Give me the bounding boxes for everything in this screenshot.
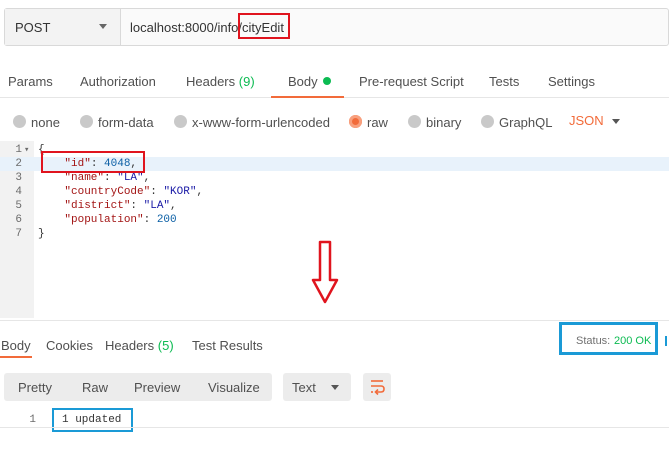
code-text: } xyxy=(38,228,45,240)
tab-pre-request-script[interactable]: Pre-request Script xyxy=(359,74,464,89)
status-label: Status: xyxy=(576,335,611,347)
tab-tests[interactable]: Tests xyxy=(489,74,519,89)
response-tab-body[interactable]: Body xyxy=(1,338,31,353)
editor-line: 5 "district": "LA", xyxy=(0,199,669,213)
format-select[interactable]: JSON xyxy=(569,113,604,128)
radio-graphql-label: GraphQL xyxy=(499,115,553,130)
code-text: "district": "LA", xyxy=(64,200,177,212)
active-tab-underline xyxy=(271,96,344,98)
url-highlight-box xyxy=(238,13,290,39)
editor-line: 6 "population": 200 xyxy=(0,213,669,227)
tab-authorization[interactable]: Authorization xyxy=(80,74,156,89)
visualize-button[interactable]: Visualize xyxy=(208,380,260,395)
tab-body-label: Body xyxy=(288,74,318,89)
tab-headers-count: (9) xyxy=(238,74,255,89)
editor-line: 4 "countryCode": "KOR", xyxy=(0,185,669,199)
tab-settings[interactable]: Settings xyxy=(548,74,595,89)
format-button-group: Pretty Raw Preview Visualize xyxy=(4,373,272,401)
response-format-select[interactable]: Text xyxy=(283,373,351,401)
chevron-down-icon[interactable] xyxy=(612,119,620,124)
editor-line: 3 "name": "LA", xyxy=(0,171,669,185)
code-text: "population": 200 xyxy=(64,214,177,226)
line-number: 4 xyxy=(15,186,22,198)
radio-urlencoded-label: x-www-form-urlencoded xyxy=(192,115,330,130)
status-marker xyxy=(665,336,667,346)
fold-arrow-icon[interactable]: ▾ xyxy=(24,143,29,157)
url-bar: POST localhost:8000/info/cityEdit xyxy=(4,8,669,46)
response-tab-headers[interactable]: Headers (5) xyxy=(105,338,174,353)
preview-button[interactable]: Preview xyxy=(134,380,180,395)
radio-form-data-label: form-data xyxy=(98,115,154,130)
radio-urlencoded[interactable] xyxy=(174,115,187,128)
line-number: 2 xyxy=(15,158,22,170)
method-label: POST xyxy=(15,20,51,35)
tab-headers-label: Headers xyxy=(186,74,236,89)
line-number: 3 xyxy=(15,172,22,184)
line-number: 5 xyxy=(15,200,22,212)
radio-graphql[interactable] xyxy=(481,115,494,128)
chevron-down-icon xyxy=(331,385,339,390)
code-text: "name": "LA", xyxy=(64,172,151,184)
pretty-button[interactable]: Pretty xyxy=(18,380,52,395)
active-response-tab-underline xyxy=(0,356,32,358)
chevron-down-icon xyxy=(99,24,107,29)
divider xyxy=(0,427,669,428)
response-tab-test-results[interactable]: Test Results xyxy=(192,338,263,353)
radio-form-data[interactable] xyxy=(80,115,93,128)
radio-none-label: none xyxy=(31,115,60,130)
status-value: 200 OK xyxy=(614,335,652,347)
radio-binary-label: binary xyxy=(426,115,462,130)
radio-binary[interactable] xyxy=(408,115,421,128)
down-arrow-icon xyxy=(311,240,339,304)
response-tab-headers-count: (5) xyxy=(157,338,174,353)
wrap-lines-button[interactable] xyxy=(363,373,391,401)
method-select[interactable]: POST xyxy=(5,9,121,45)
line-number: 1 xyxy=(15,144,22,156)
response-tab-headers-label: Headers xyxy=(105,338,155,353)
tab-params[interactable]: Params xyxy=(8,74,53,89)
wrap-lines-icon xyxy=(371,380,385,396)
editor-line: 7 } xyxy=(0,227,669,241)
code-text: "countryCode": "KOR", xyxy=(64,186,204,198)
radio-raw[interactable] xyxy=(349,115,362,128)
output-highlight-box xyxy=(52,408,133,432)
id-highlight-box xyxy=(41,151,145,173)
radio-raw-label: raw xyxy=(367,115,388,130)
response-tab-cookies[interactable]: Cookies xyxy=(46,338,93,353)
tab-body[interactable]: Body xyxy=(288,74,331,89)
raw-button[interactable]: Raw xyxy=(82,380,108,395)
radio-none[interactable] xyxy=(13,115,26,128)
response-format-label: Text xyxy=(292,380,316,395)
tab-headers[interactable]: Headers (9) xyxy=(186,74,255,89)
body-indicator-dot xyxy=(322,77,331,85)
request-tabs: Params Authorization Headers (9) Body Pr… xyxy=(0,64,669,98)
body-type-row: none form-data x-www-form-urlencoded raw… xyxy=(0,110,669,134)
line-number: 1 xyxy=(29,414,36,426)
line-number: 6 xyxy=(15,214,22,226)
line-number: 7 xyxy=(15,228,22,240)
